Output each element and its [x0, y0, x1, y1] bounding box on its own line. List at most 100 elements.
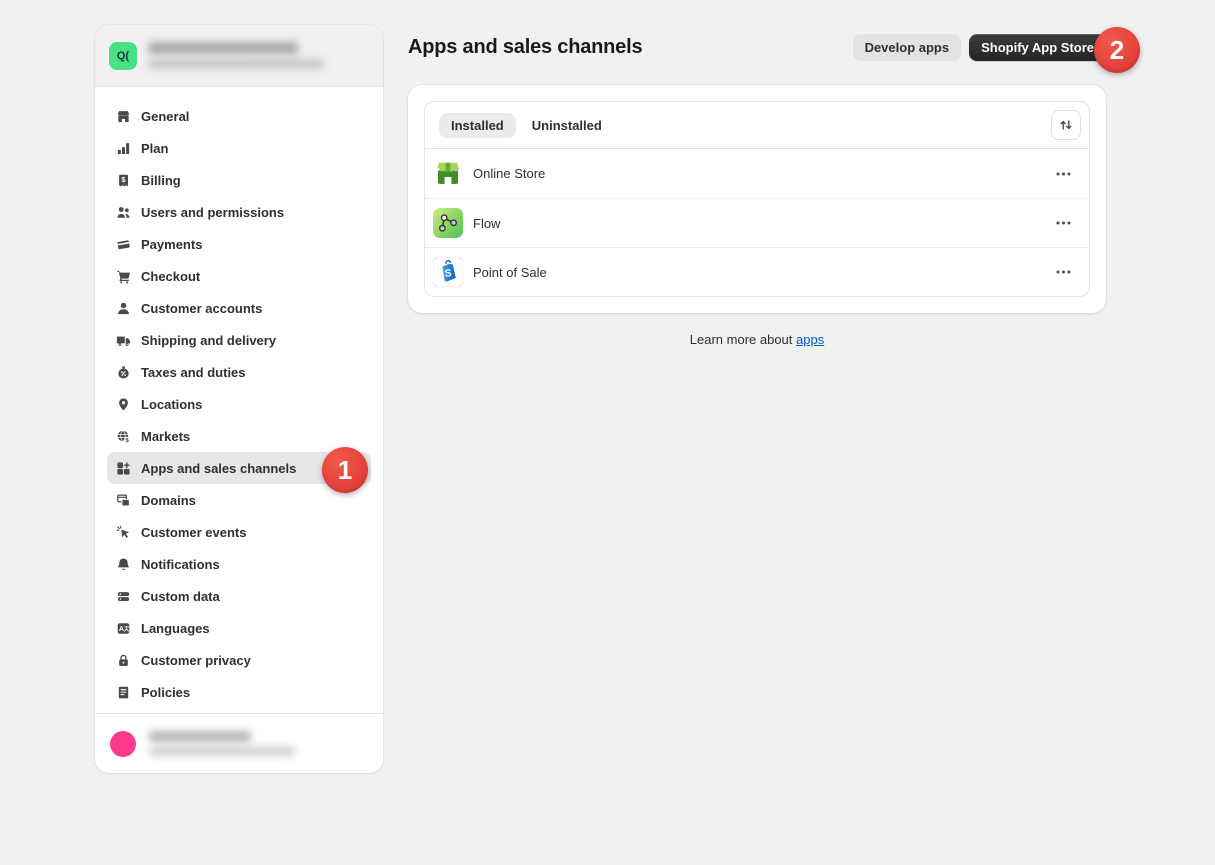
- sidebar-item-label: Customer events: [141, 525, 246, 540]
- learn-more-footer: Learn more about apps: [408, 332, 1106, 347]
- svg-text:S: S: [444, 267, 452, 280]
- sidebar-item-label: Billing: [141, 173, 181, 188]
- app-row-point-of-sale[interactable]: S Point of Sale: [425, 247, 1089, 296]
- shopify-app-store-button[interactable]: Shopify App Store: [969, 34, 1106, 61]
- apps-tabs-row: Installed Uninstalled: [425, 102, 1089, 149]
- header-actions: Develop apps Shopify App Store: [853, 34, 1106, 61]
- sidebar-item-locations[interactable]: Locations: [107, 388, 371, 420]
- apps-grid-icon: [115, 460, 131, 476]
- billing-icon: $: [115, 172, 131, 188]
- sidebar-item-billing[interactable]: $ Billing: [107, 164, 371, 196]
- user-name-blurred: [149, 731, 251, 742]
- sidebar-item-notifications[interactable]: Notifications: [107, 548, 371, 580]
- apps-card: Installed Uninstalled Online Store Flow …: [408, 85, 1106, 313]
- sort-button[interactable]: [1051, 110, 1081, 140]
- sidebar-item-label: Languages: [141, 621, 210, 636]
- sidebar-item-policies[interactable]: Policies: [107, 676, 371, 708]
- apps-link[interactable]: apps: [796, 332, 824, 347]
- sidebar-item-label: Markets: [141, 429, 190, 444]
- sidebar-item-customer-accounts[interactable]: Customer accounts: [107, 292, 371, 324]
- point-of-sale-menu-button[interactable]: [1049, 258, 1077, 286]
- annotation-badge-1: 1: [322, 447, 368, 493]
- learn-more-text: Learn more about: [690, 332, 796, 347]
- user-profile-menu[interactable]: [95, 713, 383, 773]
- sidebar-item-label: Users and permissions: [141, 205, 284, 220]
- store-name-blurred: [148, 42, 298, 54]
- store-identity-redacted: [148, 42, 324, 69]
- sidebar-item-customer-events[interactable]: Customer events: [107, 516, 371, 548]
- tab-installed[interactable]: Installed: [439, 113, 516, 138]
- tab-uninstalled[interactable]: Uninstalled: [520, 113, 614, 138]
- sidebar-item-label: Customer accounts: [141, 301, 262, 316]
- cursor-click-icon: [115, 524, 131, 540]
- app-name: Point of Sale: [473, 265, 547, 280]
- horizontal-dots-icon: [1056, 270, 1071, 274]
- sidebar-item-label: Domains: [141, 493, 196, 508]
- database-icon: [115, 588, 131, 604]
- document-icon: [115, 684, 131, 700]
- page-header: Apps and sales channels Develop apps Sho…: [408, 33, 1106, 61]
- person-icon: [115, 300, 131, 316]
- sidebar-item-customer-privacy[interactable]: Customer privacy: [107, 644, 371, 676]
- money-bag-icon: [115, 364, 131, 380]
- sidebar-item-label: Notifications: [141, 557, 220, 572]
- sidebar-item-languages[interactable]: A Languages: [107, 612, 371, 644]
- online-store-app-icon: [433, 159, 463, 189]
- users-icon: [115, 204, 131, 220]
- map-pin-icon: [115, 396, 131, 412]
- flow-app-icon: [433, 208, 463, 238]
- annotation-badge-2: 2: [1094, 27, 1140, 73]
- sidebar-item-plan[interactable]: Plan: [107, 132, 371, 164]
- store-icon: [115, 108, 131, 124]
- sidebar-item-label: Custom data: [141, 589, 220, 604]
- globe-dollar-icon: $: [115, 428, 131, 444]
- flow-menu-button[interactable]: [1049, 209, 1077, 237]
- horizontal-dots-icon: [1056, 172, 1071, 176]
- lock-icon: [115, 652, 131, 668]
- sidebar-item-payments[interactable]: Payments: [107, 228, 371, 260]
- page-title: Apps and sales channels: [408, 36, 642, 59]
- payments-icon: [115, 236, 131, 252]
- sidebar-item-label: Payments: [141, 237, 202, 252]
- sidebar-item-label: Taxes and duties: [141, 365, 246, 380]
- sidebar-item-label: Locations: [141, 397, 202, 412]
- apps-list-container: Installed Uninstalled Online Store Flow …: [424, 101, 1090, 297]
- translate-icon: A: [115, 620, 131, 636]
- store-domain-blurred: [148, 59, 324, 69]
- sidebar-item-label: Shipping and delivery: [141, 333, 276, 348]
- app-row-flow[interactable]: Flow: [425, 198, 1089, 247]
- app-name: Flow: [473, 216, 500, 231]
- svg-text:A: A: [118, 626, 123, 633]
- sidebar-item-markets[interactable]: $ Markets: [107, 420, 371, 452]
- user-identity-redacted: [149, 731, 295, 756]
- plan-icon: [115, 140, 131, 156]
- sidebar-item-label: Policies: [141, 685, 190, 700]
- sidebar-item-general[interactable]: General: [107, 100, 371, 132]
- sort-arrows-icon: [1058, 117, 1074, 133]
- horizontal-dots-icon: [1056, 221, 1071, 225]
- truck-icon: [115, 332, 131, 348]
- sidebar-item-users-and-permissions[interactable]: Users and permissions: [107, 196, 371, 228]
- checkout-cart-icon: [115, 268, 131, 284]
- point-of-sale-app-icon: S: [433, 257, 463, 287]
- settings-sidebar: Q( General Plan $ Billing Users and perm…: [95, 25, 383, 773]
- browser-windows-icon: [115, 492, 131, 508]
- sidebar-item-checkout[interactable]: Checkout: [107, 260, 371, 292]
- develop-apps-button[interactable]: Develop apps: [853, 34, 962, 61]
- sidebar-item-label: Customer privacy: [141, 653, 251, 668]
- settings-nav: General Plan $ Billing Users and permiss…: [95, 87, 383, 713]
- main-content: Apps and sales channels Develop apps Sho…: [408, 0, 1106, 347]
- sidebar-item-taxes-and-duties[interactable]: Taxes and duties: [107, 356, 371, 388]
- sidebar-item-custom-data[interactable]: Custom data: [107, 580, 371, 612]
- bell-icon: [115, 556, 131, 572]
- sidebar-item-label: General: [141, 109, 189, 124]
- sidebar-item-label: Checkout: [141, 269, 200, 284]
- online-store-menu-button[interactable]: [1049, 160, 1077, 188]
- store-avatar: Q(: [109, 42, 137, 70]
- store-switcher[interactable]: Q(: [95, 25, 383, 87]
- app-row-online-store[interactable]: Online Store: [425, 149, 1089, 198]
- sidebar-item-shipping-and-delivery[interactable]: Shipping and delivery: [107, 324, 371, 356]
- sidebar-item-label: Apps and sales channels: [141, 461, 296, 476]
- sidebar-item-label: Plan: [141, 141, 168, 156]
- app-name: Online Store: [473, 166, 545, 181]
